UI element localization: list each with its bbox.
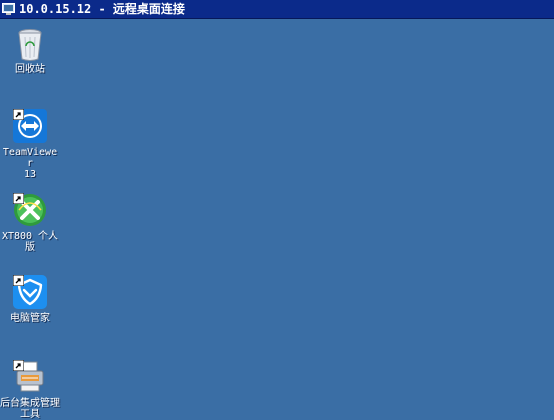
recycle-bin-icon	[13, 26, 47, 62]
remote-desktop-titlebar[interactable]: 10.0.15.12 - 远程桌面连接	[0, 0, 554, 19]
teamviewer-icon	[13, 109, 47, 145]
integration-tool-icon	[13, 360, 47, 396]
window-title: 10.0.15.12 - 远程桌面连接	[19, 2, 185, 16]
shortcut-arrow-icon	[13, 360, 24, 371]
desktop[interactable]: 回收站 TeamViewer 13 XT800 个人版 电脑管家 后台集成管理 …	[0, 20, 554, 420]
desktop-icon-label: 电脑管家	[10, 313, 50, 324]
remote-desktop-icon	[2, 3, 15, 16]
desktop-icon-label-line2: 工具	[20, 409, 40, 420]
desktop-icon-xt800[interactable]: XT800 个人版	[0, 193, 60, 253]
desktop-icon-label: XT800 个人版	[1, 231, 59, 253]
desktop-icon-label-line1: TeamViewer	[2, 147, 58, 169]
desktop-icon-label: 回收站	[15, 64, 45, 75]
desktop-icon-integration-tool[interactable]: 后台集成管理 工具	[0, 360, 60, 420]
desktop-icon-recycle-bin[interactable]: 回收站	[0, 26, 60, 75]
shortcut-arrow-icon	[13, 193, 24, 204]
desktop-icon-label-line1: 后台集成管理	[0, 398, 60, 409]
desktop-icon-pc-manager[interactable]: 电脑管家	[0, 275, 60, 324]
shortcut-arrow-icon	[13, 109, 24, 120]
shortcut-arrow-icon	[13, 275, 24, 286]
pc-manager-icon	[13, 275, 47, 311]
xt800-icon	[13, 193, 47, 229]
desktop-icon-label-line2: 13	[23, 169, 37, 180]
desktop-icon-teamviewer[interactable]: TeamViewer 13	[0, 109, 60, 180]
